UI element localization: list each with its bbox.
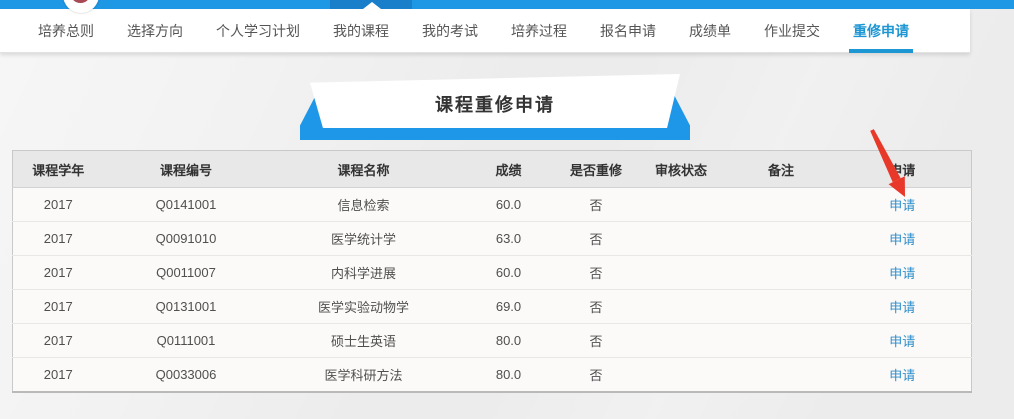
- score-cell: 80.0: [459, 358, 559, 392]
- year-cell: 2017: [13, 256, 104, 290]
- table-row: 2017Q0131001医学实验动物学69.0否 申请: [13, 290, 972, 324]
- score-cell: 69.0: [459, 290, 559, 324]
- nav-bar: 培养总则选择方向个人学习计划我的课程我的考试培养过程报名申请成绩单作业提交重修申…: [0, 9, 970, 53]
- code-cell: Q0011007: [104, 256, 269, 290]
- col-header-5: 审核状态: [634, 151, 729, 188]
- nav-tab-6[interactable]: 报名申请: [600, 9, 656, 53]
- retake-course-table: 课程学年课程编号课程名称成绩是否重修审核状态备注申请 2017Q0141001信…: [12, 150, 972, 393]
- retake-cell: 否: [559, 256, 634, 290]
- table-header-row: 课程学年课程编号课程名称成绩是否重修审核状态备注申请: [13, 151, 972, 188]
- status-cell: [634, 358, 729, 392]
- apply-link[interactable]: 申请: [889, 334, 915, 349]
- year-cell: 2017: [13, 222, 104, 256]
- apply-cell: 申请: [834, 188, 972, 222]
- score-cell: 80.0: [459, 324, 559, 358]
- status-cell: [634, 290, 729, 324]
- col-header-3: 成绩: [459, 151, 559, 188]
- apply-cell: 申请: [834, 324, 972, 358]
- year-cell: 2017: [13, 324, 104, 358]
- remark-cell: [729, 188, 834, 222]
- retake-cell: 否: [559, 188, 634, 222]
- table-row: 2017Q0033006医学科研方法80.0否 申请: [13, 358, 972, 392]
- remark-cell: [729, 222, 834, 256]
- nav-tab-3[interactable]: 我的课程: [333, 9, 389, 53]
- remark-cell: [729, 324, 834, 358]
- code-cell: Q0091010: [104, 222, 269, 256]
- remark-cell: [729, 358, 834, 392]
- name-cell: 信息检索: [269, 188, 459, 222]
- apply-link[interactable]: 申请: [889, 368, 915, 383]
- status-cell: [634, 324, 729, 358]
- score-cell: 63.0: [459, 222, 559, 256]
- year-cell: 2017: [13, 188, 104, 222]
- retake-cell: 否: [559, 290, 634, 324]
- name-cell: 医学实验动物学: [269, 290, 459, 324]
- apply-cell: 申请: [834, 222, 972, 256]
- code-cell: Q0111001: [104, 324, 269, 358]
- nav-tab-7[interactable]: 成绩单: [689, 9, 731, 53]
- status-cell: [634, 188, 729, 222]
- nav-tab-0[interactable]: 培养总则: [38, 9, 94, 53]
- nav-tab-list: 培养总则选择方向个人学习计划我的课程我的考试培养过程报名申请成绩单作业提交重修申…: [0, 9, 970, 53]
- retake-cell: 否: [559, 324, 634, 358]
- table-row: 2017Q0141001信息检索60.0否 申请: [13, 188, 972, 222]
- nav-tab-4[interactable]: 我的考试: [422, 9, 478, 53]
- col-header-2: 课程名称: [269, 151, 459, 188]
- name-cell: 硕士生英语: [269, 324, 459, 358]
- page-title-banner: 课程重修申请: [300, 74, 690, 140]
- apply-cell: 申请: [834, 256, 972, 290]
- table-row: 2017Q0111001硕士生英语80.0否 申请: [13, 324, 972, 358]
- col-header-6: 备注: [729, 151, 834, 188]
- col-header-1: 课程编号: [104, 151, 269, 188]
- col-header-4: 是否重修: [559, 151, 634, 188]
- col-header-7: 申请: [834, 151, 972, 188]
- nav-tab-1[interactable]: 选择方向: [127, 9, 183, 53]
- status-cell: [634, 222, 729, 256]
- page-title: 课程重修申请: [435, 85, 555, 117]
- logo-emblem-icon: [70, 0, 91, 3]
- retake-cell: 否: [559, 222, 634, 256]
- top-blue-bar: [0, 0, 1014, 9]
- score-cell: 60.0: [459, 188, 559, 222]
- apply-cell: 申请: [834, 358, 972, 392]
- code-cell: Q0033006: [104, 358, 269, 392]
- nav-tab-8[interactable]: 作业提交: [764, 9, 820, 53]
- apply-link[interactable]: 申请: [889, 266, 915, 281]
- apply-cell: 申请: [834, 290, 972, 324]
- apply-link[interactable]: 申请: [889, 198, 915, 213]
- year-cell: 2017: [13, 358, 104, 392]
- banner-ribbon-front: 课程重修申请: [310, 74, 680, 128]
- name-cell: 医学统计学: [269, 222, 459, 256]
- year-cell: 2017: [13, 290, 104, 324]
- code-cell: Q0141001: [104, 188, 269, 222]
- table-row: 2017Q0011007内科学进展60.0否 申请: [13, 256, 972, 290]
- name-cell: 医学科研方法: [269, 358, 459, 392]
- table-row: 2017Q0091010医学统计学63.0否 申请: [13, 222, 972, 256]
- nav-tab-9[interactable]: 重修申请: [853, 9, 909, 53]
- col-header-0: 课程学年: [13, 151, 104, 188]
- name-cell: 内科学进展: [269, 256, 459, 290]
- score-cell: 60.0: [459, 256, 559, 290]
- status-cell: [634, 256, 729, 290]
- nav-tab-5[interactable]: 培养过程: [511, 9, 567, 53]
- remark-cell: [729, 290, 834, 324]
- code-cell: Q0131001: [104, 290, 269, 324]
- nav-tab-2[interactable]: 个人学习计划: [216, 9, 300, 53]
- caret-up-icon: [363, 2, 381, 9]
- apply-link[interactable]: 申请: [889, 232, 915, 247]
- retake-cell: 否: [559, 358, 634, 392]
- apply-link[interactable]: 申请: [889, 300, 915, 315]
- remark-cell: [729, 256, 834, 290]
